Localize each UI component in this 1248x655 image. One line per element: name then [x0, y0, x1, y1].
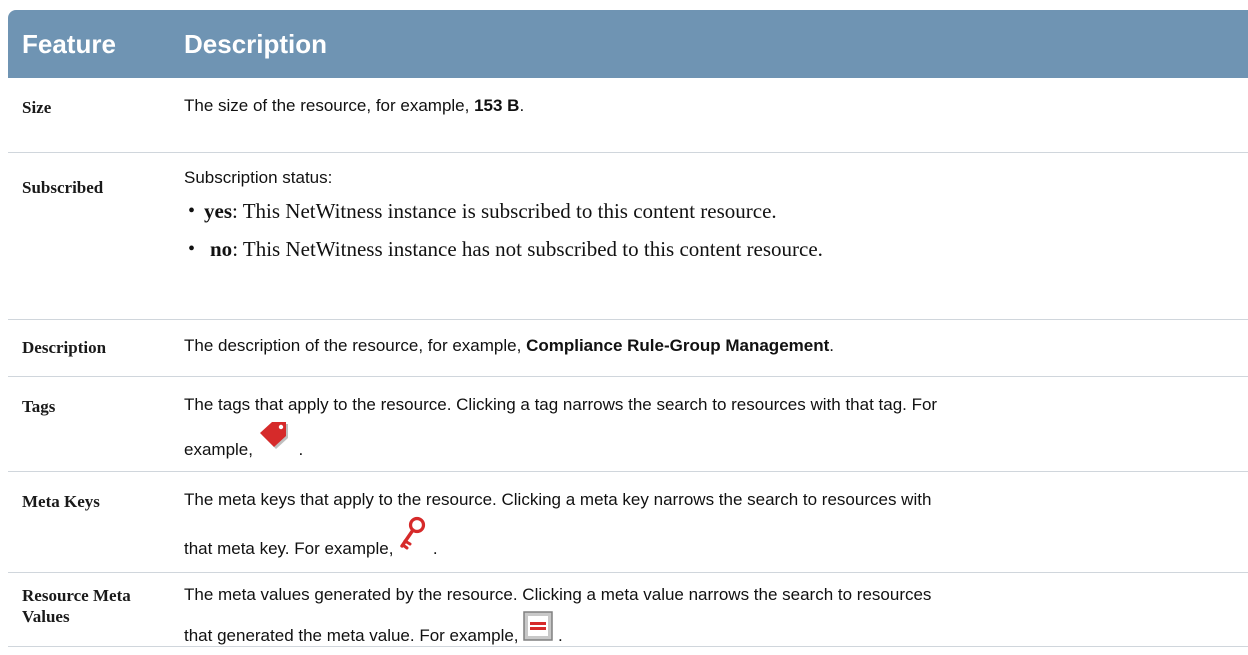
feature-subscribed: Subscribed: [22, 178, 104, 197]
bullet-icon: •: [188, 200, 196, 222]
desc-tags-line1: The tags that apply to the resource. Cli…: [184, 395, 938, 414]
table-row: Subscribed Subscription status: • yes: Th…: [8, 152, 1248, 320]
feature-description: Description: [22, 338, 107, 357]
list-item: • no: This NetWitness instance has not su…: [184, 230, 1240, 268]
table-row: Description The description of the resou…: [8, 319, 1248, 377]
subscription-status-list: • yes: This NetWitness instance is subscr…: [184, 192, 1240, 268]
bullet-icon: •: [188, 238, 196, 260]
desc-size-bold: 153 B: [474, 96, 520, 115]
feature-resource-meta-values: Resource Meta Values: [22, 586, 131, 626]
meta-value-icon: [523, 611, 554, 646]
table-row: Tags The tags that apply to the resource…: [8, 376, 1248, 472]
feature-meta-keys: Meta Keys: [22, 492, 100, 511]
desc-meta-keys-line2: that meta key. For example,: [184, 539, 394, 558]
red-key-icon: [398, 516, 428, 559]
desc-size-pre: The size of the resource, for example,: [184, 96, 475, 115]
desc-description-pre: The description of the resource, for exa…: [184, 336, 527, 355]
desc-meta-values-line1: The meta values generated by the resourc…: [184, 585, 932, 604]
table-header-row: Feature Description: [8, 10, 1248, 78]
desc-description-bold: Compliance Rule-Group Management: [526, 336, 830, 355]
header-feature: Feature: [8, 10, 170, 78]
desc-description-post: .: [829, 336, 834, 355]
feature-table: Feature Description Size The size of the…: [8, 10, 1248, 647]
desc-meta-keys-line1: The meta keys that apply to the resource…: [184, 490, 932, 509]
feature-size: Size: [22, 98, 52, 117]
list-item: • yes: This NetWitness instance is subscr…: [184, 192, 1240, 230]
table-row: Size The size of the resource, for examp…: [8, 78, 1248, 153]
desc-size-post: .: [519, 96, 525, 115]
desc-tags-line2: example,: [184, 440, 253, 459]
table-row: Resource Meta Values The meta values gen…: [8, 572, 1248, 647]
desc-meta-values-line2: that generated the meta value. For examp…: [184, 626, 519, 645]
feature-tags: Tags: [22, 397, 56, 416]
header-description: Description: [170, 10, 1248, 78]
table-row: Meta Keys The meta keys that apply to th…: [8, 471, 1248, 573]
desc-subscribed-intro: Subscription status:: [184, 168, 333, 187]
red-tag-icon: [258, 421, 294, 460]
